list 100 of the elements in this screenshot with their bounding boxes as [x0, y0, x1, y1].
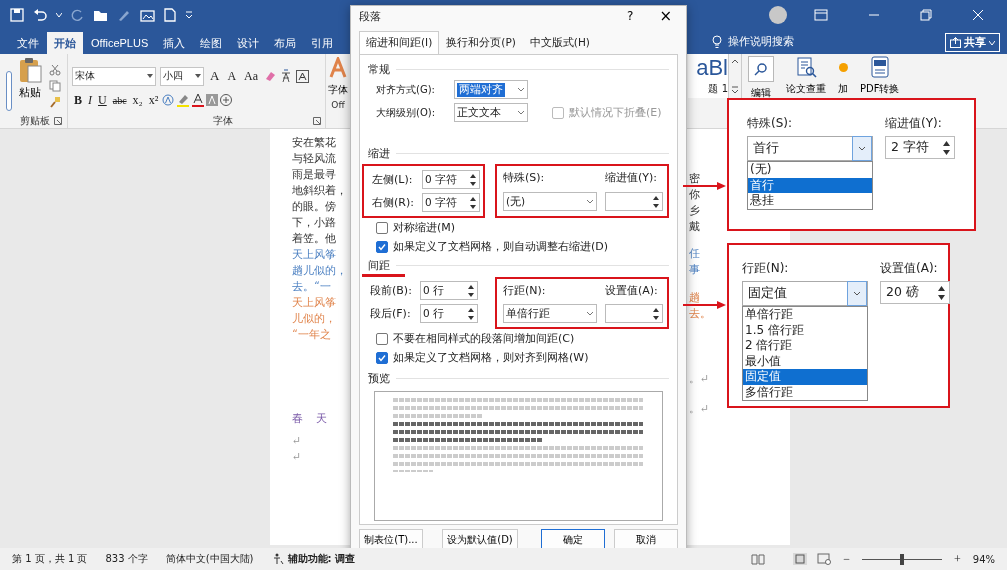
page-count[interactable]: 第 1 页，共 1 页	[12, 552, 88, 566]
scroll-up-icon	[731, 58, 739, 64]
dropdown-field[interactable]: 首行	[747, 136, 873, 161]
dot-tool-button[interactable]: 加	[832, 54, 854, 98]
grow-font-button[interactable]: A	[208, 68, 222, 84]
ribbon-tab[interactable]: 布局	[267, 32, 304, 54]
dropdown-option[interactable]: 多倍行距	[743, 384, 867, 400]
dialog-button[interactable]: 制表位(T)...	[359, 528, 423, 551]
check-tool-button[interactable]: 论文查重	[780, 54, 832, 98]
help-button[interactable]: ?	[621, 9, 640, 24]
format-button[interactable]: U	[96, 92, 109, 108]
spin-arrows-icon	[467, 306, 475, 321]
spinner-field[interactable]: 2 字符	[885, 136, 955, 159]
font-color-icon	[192, 93, 205, 107]
field-label: 左侧(L):	[372, 172, 414, 188]
dialog-tab[interactable]: 缩进和间距(I)	[359, 31, 440, 55]
spinner-field[interactable]	[605, 304, 663, 324]
font-dialog-button[interactable]: 字体	[326, 57, 350, 97]
shrink-font-button[interactable]: A	[225, 68, 239, 84]
dialog-button[interactable]: 设为默认值(D)	[442, 528, 518, 551]
checkbox[interactable]	[376, 221, 388, 234]
zoom-in-button[interactable]: +	[952, 551, 963, 567]
accessibility-status[interactable]: 辅助功能: 调查	[271, 552, 355, 566]
checkbox[interactable]	[376, 351, 388, 364]
document-text: 乡	[689, 205, 701, 217]
dialog-button[interactable]: 确定	[541, 528, 605, 551]
dialog-tab[interactable]: 中文版式(H)	[522, 31, 597, 55]
ribbon-tab[interactable]: 开始	[47, 32, 83, 54]
document-text: 事	[689, 264, 701, 276]
spinner-field[interactable]: 0 行	[420, 304, 478, 324]
ribbon-tab[interactable]: 插入	[156, 32, 193, 54]
font-size-field[interactable]: 小四	[160, 66, 204, 86]
group-label: 剪贴板	[19, 113, 50, 128]
document-text: 春 天	[292, 411, 329, 427]
close-button[interactable]: ×	[653, 7, 678, 26]
spinner-field[interactable]: 0 字符	[422, 193, 480, 213]
dropdown-option[interactable]: 悬挂	[748, 193, 872, 209]
dropdown-option[interactable]: 2 倍行距	[743, 338, 867, 354]
format-button[interactable]: B	[72, 92, 84, 108]
ribbon-tab[interactable]: 绘图	[193, 32, 230, 54]
dropdown-field[interactable]: 正文文本	[454, 103, 528, 123]
dialog-tab[interactable]: 换行和分页(P)	[439, 31, 523, 55]
checkbox[interactable]	[376, 332, 388, 345]
dialog-button[interactable]: 取消	[614, 528, 678, 551]
read-mode-icon	[751, 553, 766, 565]
slider-thumb[interactable]	[900, 553, 905, 565]
paragraph-mark: 。↵	[689, 403, 711, 415]
share-button[interactable]: 共享	[945, 33, 1000, 52]
format-button[interactable]: abc	[110, 94, 129, 106]
style-gallery[interactable]: aBl 题 1	[688, 54, 728, 98]
language-status[interactable]: 简体中文(中国大陆)	[165, 552, 254, 566]
checkbox-label: 如果定义了文档网格，则对齐到网格(W)	[393, 350, 589, 366]
dropdown-field[interactable]: 固定值	[742, 281, 868, 306]
word-count[interactable]: 833 个字	[105, 552, 148, 566]
dropdown-option[interactable]: 固定值	[743, 369, 867, 385]
dropdown-option[interactable]: 1.5 倍行距	[743, 322, 867, 338]
zoom-out-button[interactable]: −	[841, 551, 852, 567]
restore-icon	[920, 9, 932, 21]
paste-button[interactable]: 粘贴	[15, 57, 45, 113]
dropdown-button[interactable]	[847, 281, 867, 306]
field-label: 大纲级别(O):	[376, 105, 437, 120]
dropdown-option[interactable]: (无)	[748, 162, 872, 178]
search-field[interactable]: 操作说明搜索	[728, 34, 794, 49]
zoom-level[interactable]: 94%	[972, 553, 995, 565]
paragraph-mark: 。↵	[689, 373, 711, 385]
group-label: 字体	[213, 113, 233, 128]
more-icon	[731, 86, 739, 94]
spinner-field[interactable]: 20 磅	[880, 281, 950, 304]
spinner-field[interactable]: 0 字符	[422, 170, 480, 190]
ribbon-tab[interactable]: 文件	[10, 32, 46, 54]
spinner-field[interactable]	[605, 192, 663, 212]
format-button[interactable]: x₂	[130, 92, 145, 108]
dropdown-field[interactable]: 单倍行距	[503, 304, 597, 324]
dropdown-option[interactable]: 单倍行距	[743, 307, 867, 323]
spinner-field[interactable]: 0 行	[420, 281, 478, 301]
eraser-icon	[264, 70, 277, 82]
dropdown-option[interactable]: 首行	[748, 177, 872, 193]
font-name-field[interactable]: 宋体	[72, 66, 156, 86]
search-tool-button[interactable]: 编辑	[742, 54, 780, 102]
document-text: 去。“一	[292, 279, 332, 295]
checkbox-label: 如果定义了文档网格，则自动调整右缩进(D)	[393, 239, 609, 255]
accessibility-icon	[271, 553, 284, 565]
image-icon	[140, 8, 155, 22]
ribbon-tab[interactable]: OfficePLUS	[84, 32, 156, 54]
caret-icon	[989, 40, 995, 45]
dropdown-option[interactable]: 最小值	[743, 353, 867, 369]
ribbon-tab[interactable]: 设计	[230, 32, 267, 54]
format-button[interactable]: I	[86, 92, 94, 108]
field-label: 行距(N):	[503, 283, 547, 299]
dropdown-field[interactable]: (无)	[503, 192, 597, 212]
document-text: 着笠。他	[292, 231, 337, 247]
change-case-button[interactable]: Aa	[242, 68, 261, 84]
document-text: 任	[689, 248, 701, 260]
dropdown-button[interactable]	[852, 136, 872, 161]
format-button[interactable]: x²	[146, 92, 161, 108]
pdf-tool-button[interactable]: PDF转换	[854, 54, 906, 98]
dropdown-field[interactable]: 两端对齐	[454, 80, 528, 100]
ribbon-tab[interactable]: 引用	[304, 32, 341, 54]
checkbox[interactable]	[376, 240, 388, 253]
avatar[interactable]	[769, 6, 787, 24]
